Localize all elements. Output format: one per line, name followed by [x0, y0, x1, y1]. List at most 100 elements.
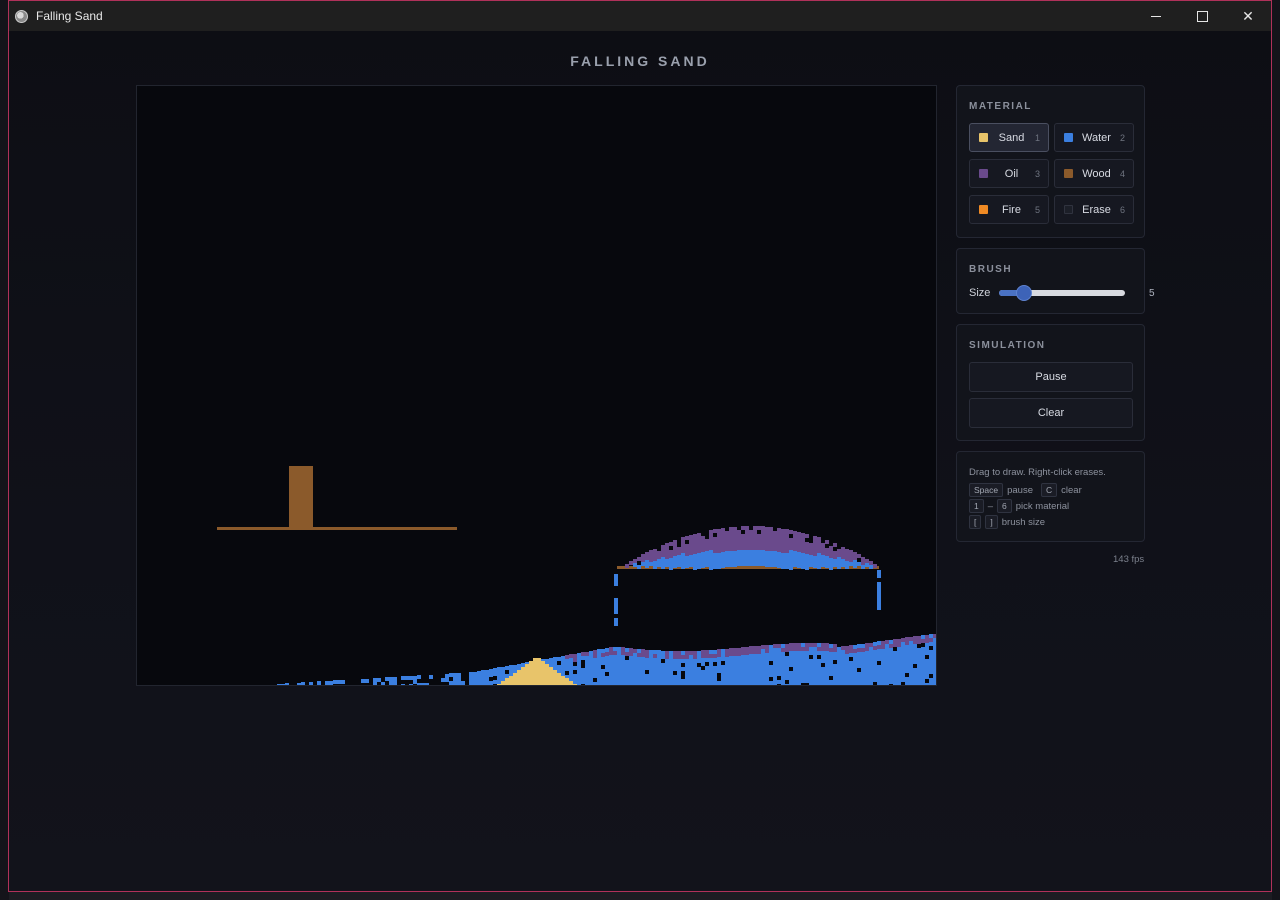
- material-button-sand[interactable]: Sand 1: [969, 123, 1049, 152]
- water-particle: [853, 661, 857, 665]
- water-particle: [749, 658, 753, 662]
- water-particle: [661, 557, 665, 561]
- water-particle: [713, 670, 717, 674]
- oil-particle: [737, 538, 741, 542]
- water-particle: [629, 656, 633, 660]
- water-particle: [921, 667, 925, 671]
- oil-particle: [677, 651, 681, 655]
- oil-particle: [849, 645, 853, 649]
- water-particle: [841, 678, 845, 682]
- oil-particle: [693, 538, 697, 542]
- water-particle: [925, 651, 929, 655]
- water-particle: [737, 664, 741, 668]
- sand-particle: [565, 678, 569, 682]
- water-particle: [769, 653, 773, 657]
- oil-particle: [649, 654, 653, 658]
- oil-particle: [561, 656, 565, 660]
- water-particle: [877, 669, 881, 673]
- water-particle: [725, 685, 729, 686]
- water-particle: [577, 665, 581, 669]
- water-particle: [773, 563, 777, 567]
- slider-thumb[interactable]: [1016, 285, 1033, 301]
- water-particle: [617, 655, 621, 659]
- water-particle: [689, 563, 693, 567]
- water-particle: [737, 558, 741, 562]
- water-particle: [677, 563, 681, 567]
- sand-particle: [537, 670, 541, 674]
- sand-particle: [537, 662, 541, 666]
- water-particle: [665, 663, 669, 667]
- water-particle: [613, 663, 617, 667]
- water-particle: [829, 680, 833, 684]
- material-button-fire[interactable]: Fire 5: [969, 195, 1049, 224]
- water-particle: [457, 673, 461, 677]
- simulation-canvas[interactable]: [136, 85, 937, 686]
- minimize-button[interactable]: [1133, 1, 1179, 31]
- water-particle: [585, 672, 589, 676]
- water-particle: [801, 659, 805, 663]
- sand-particle: [533, 666, 537, 670]
- material-button-water[interactable]: Water 2: [1054, 123, 1134, 152]
- water-particle: [489, 669, 493, 673]
- water-particle: [825, 556, 829, 560]
- water-particle: [661, 683, 665, 685]
- water-particle: [933, 674, 936, 678]
- water-particle: [781, 656, 785, 660]
- water-particle: [817, 663, 821, 667]
- water-particle: [757, 666, 761, 670]
- water-particle: [277, 684, 281, 685]
- water-particle: [713, 674, 717, 678]
- water-particle: [761, 550, 765, 554]
- water-particle: [917, 660, 921, 664]
- water-particle: [881, 665, 885, 669]
- oil-particle: [673, 540, 677, 544]
- material-button-wood[interactable]: Wood 4: [1054, 159, 1134, 188]
- water-particle: [577, 685, 581, 686]
- water-particle: [877, 590, 881, 594]
- water-particle: [509, 665, 513, 669]
- oil-particle: [765, 539, 769, 543]
- material-panel: MATERIAL Sand 1 Water 2 Oil 3 Wood 4 Fir…: [956, 85, 1145, 238]
- water-particle: [809, 663, 813, 667]
- water-particle: [753, 562, 757, 566]
- water-particle: [881, 673, 885, 677]
- water-particle: [521, 663, 525, 667]
- material-button-erase[interactable]: Erase 6: [1054, 195, 1134, 224]
- water-particle: [653, 670, 657, 674]
- title-bar[interactable]: Falling Sand ✕: [9, 1, 1271, 31]
- help-shortcuts-row: Space pause C clear: [969, 483, 1082, 497]
- water-particle: [493, 672, 497, 676]
- oil-particle: [733, 547, 737, 551]
- water-particle: [813, 663, 817, 667]
- water-particle: [821, 683, 825, 685]
- maximize-button[interactable]: [1179, 1, 1225, 31]
- water-particle: [677, 659, 681, 663]
- oil-particle: [709, 538, 713, 542]
- water-particle: [829, 684, 833, 685]
- oil-particle: [833, 644, 837, 648]
- oil-particle: [845, 650, 849, 654]
- water-particle: [713, 565, 717, 569]
- water-particle: [777, 552, 781, 556]
- close-button[interactable]: ✕: [1225, 1, 1271, 31]
- material-button-oil[interactable]: Oil 3: [969, 159, 1049, 188]
- clear-button[interactable]: Clear: [969, 398, 1133, 428]
- water-particle: [929, 678, 933, 682]
- water-particle: [673, 675, 677, 679]
- water-particle: [929, 666, 933, 670]
- water-particle: [805, 655, 809, 659]
- water-particle: [849, 665, 853, 669]
- water-particle: [797, 560, 801, 564]
- oil-particle: [849, 649, 853, 653]
- oil-particle: [665, 543, 669, 547]
- oil-particle: [705, 539, 709, 543]
- pause-button[interactable]: Pause: [969, 362, 1133, 392]
- water-particle: [569, 666, 573, 670]
- water-particle: [493, 668, 497, 672]
- sand-particle: [537, 674, 541, 678]
- oil-particle: [653, 650, 657, 654]
- water-particle: [745, 554, 749, 558]
- water-particle: [757, 654, 761, 658]
- oil-particle: [917, 640, 921, 644]
- water-particle: [373, 678, 377, 682]
